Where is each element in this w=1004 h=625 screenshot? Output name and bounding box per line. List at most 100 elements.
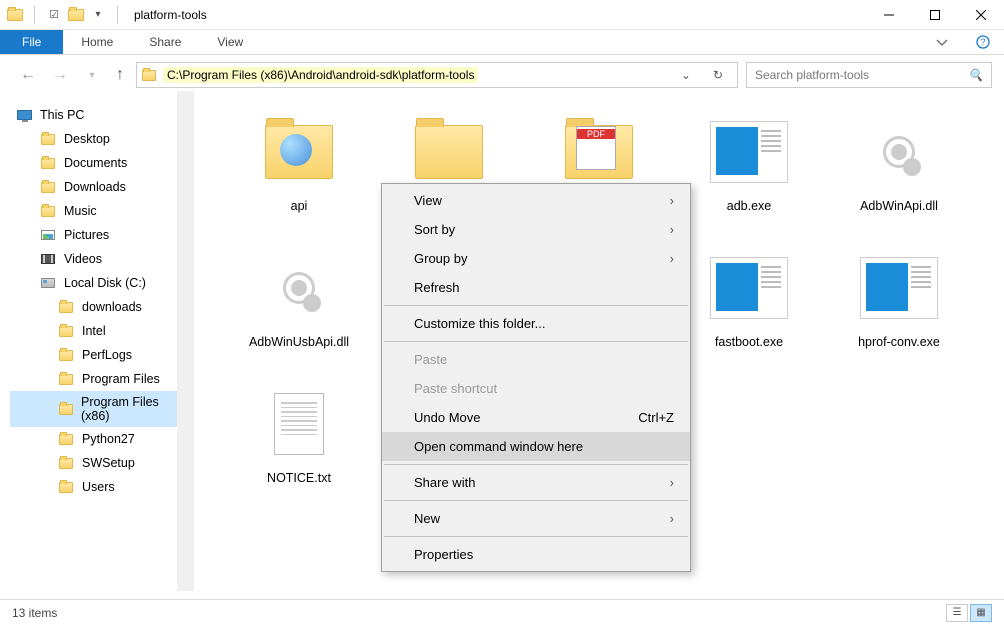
folder-icon xyxy=(58,323,74,339)
search-input[interactable]: Search platform-tools 🔍 xyxy=(746,62,992,88)
sidebar-item[interactable]: Program Files xyxy=(10,367,190,391)
menu-item: Paste xyxy=(382,345,690,374)
menu-item-label: Sort by xyxy=(414,222,455,237)
icons-view-button[interactable]: ▦ xyxy=(970,604,992,622)
sidebar-item-label: SWSetup xyxy=(82,456,135,470)
forward-button[interactable]: → xyxy=(48,66,72,84)
file-item[interactable]: adb.exe xyxy=(684,107,814,217)
menu-item[interactable]: New› xyxy=(382,504,690,533)
details-view-button[interactable]: ☰ xyxy=(946,604,968,622)
file-name: adb.exe xyxy=(727,199,771,213)
file-item[interactable]: AdbWinUsbApi.dll xyxy=(234,243,364,353)
tab-share[interactable]: Share xyxy=(131,30,199,54)
folder-icon xyxy=(6,6,24,24)
properties-icon[interactable]: ☑ xyxy=(45,6,63,24)
menu-item: Paste shortcut xyxy=(382,374,690,403)
file-thumbnail xyxy=(258,111,340,193)
sidebar-item[interactable]: This PC xyxy=(10,103,190,127)
file-item[interactable]: fastboot.exe xyxy=(684,243,814,353)
folder-icon xyxy=(58,401,73,417)
up-button[interactable]: ↑ xyxy=(112,66,128,84)
disk-icon xyxy=(40,275,56,291)
menu-separator xyxy=(384,305,688,306)
menu-item[interactable]: Group by› xyxy=(382,244,690,273)
sidebar-item[interactable]: Downloads xyxy=(10,175,190,199)
refresh-icon[interactable]: ↻ xyxy=(703,68,733,82)
back-button[interactable]: ← xyxy=(16,66,40,84)
status-text: 13 items xyxy=(12,606,57,620)
address-row: ← → ▾ ↑ C:\Program Files (x86)\Android\a… xyxy=(0,55,1004,91)
sidebar-item[interactable]: downloads xyxy=(10,295,190,319)
search-icon: 🔍 xyxy=(968,68,983,82)
folder-icon xyxy=(58,347,74,363)
menu-separator xyxy=(384,536,688,537)
file-item[interactable]: AdbWinApi.dll xyxy=(834,107,964,217)
sidebar-item[interactable]: Pictures xyxy=(10,223,190,247)
quick-access-toolbar: ☑ ▾ xyxy=(0,6,130,24)
sidebar-item[interactable]: Documents xyxy=(10,151,190,175)
menu-item-label: Refresh xyxy=(414,280,460,295)
sidebar-item[interactable]: Users xyxy=(10,475,190,499)
menu-item[interactable]: Customize this folder... xyxy=(382,309,690,338)
file-thumbnail xyxy=(558,111,640,193)
tab-view[interactable]: View xyxy=(199,30,261,54)
sidebar-item-label: downloads xyxy=(82,300,142,314)
sidebar-item-label: Python27 xyxy=(82,432,135,446)
chevron-right-icon: › xyxy=(670,511,674,526)
sidebar-item-label: Downloads xyxy=(64,180,126,194)
maximize-button[interactable] xyxy=(912,0,958,30)
menu-item[interactable]: Undo MoveCtrl+Z xyxy=(382,403,690,432)
menu-item[interactable]: Open command window here xyxy=(382,432,690,461)
folder-icon xyxy=(58,431,74,447)
sidebar-item[interactable]: Intel xyxy=(10,319,190,343)
address-path[interactable]: C:\Program Files (x86)\Android\android-s… xyxy=(163,67,478,83)
file-item[interactable]: api xyxy=(234,107,364,217)
separator xyxy=(34,6,35,24)
sidebar-item[interactable]: SWSetup xyxy=(10,451,190,475)
tab-home[interactable]: Home xyxy=(63,30,131,54)
file-name: AdbWinApi.dll xyxy=(860,199,938,213)
menu-shortcut: Ctrl+Z xyxy=(638,410,674,425)
address-bar[interactable]: C:\Program Files (x86)\Android\android-s… xyxy=(136,62,738,88)
scrollbar[interactable] xyxy=(177,91,194,591)
folder-icon xyxy=(58,455,74,471)
sidebar-item[interactable]: Local Disk (C:) xyxy=(10,271,190,295)
sidebar-item[interactable]: PerfLogs xyxy=(10,343,190,367)
sidebar-item-label: Documents xyxy=(64,156,127,170)
menu-item-label: Share with xyxy=(414,475,475,490)
file-tab[interactable]: File xyxy=(0,30,63,54)
minimize-button[interactable] xyxy=(866,0,912,30)
folder-icon xyxy=(40,203,56,219)
file-thumbnail xyxy=(258,247,340,329)
new-folder-icon[interactable] xyxy=(67,6,85,24)
menu-item-label: Paste shortcut xyxy=(414,381,497,396)
history-dropdown[interactable]: ▾ xyxy=(80,70,104,81)
sidebar-item[interactable]: Program Files (x86) xyxy=(10,391,190,427)
sidebar-item[interactable]: Music xyxy=(10,199,190,223)
sidebar-item[interactable]: Videos xyxy=(10,247,190,271)
menu-item[interactable]: Properties xyxy=(382,540,690,569)
video-icon xyxy=(40,251,56,267)
file-item[interactable]: hprof-conv.exe xyxy=(834,243,964,353)
menu-separator xyxy=(384,341,688,342)
menu-item[interactable]: Share with› xyxy=(382,468,690,497)
sidebar-item[interactable]: Desktop xyxy=(10,127,190,151)
menu-separator xyxy=(384,500,688,501)
close-button[interactable] xyxy=(958,0,1004,30)
menu-item[interactable]: Refresh xyxy=(382,273,690,302)
address-dropdown-icon[interactable]: ⌄ xyxy=(675,68,697,82)
sidebar-item-label: Videos xyxy=(64,252,102,266)
file-thumbnail xyxy=(858,111,940,193)
navigation-pane: This PCDesktop Documents Downloads MusicPic… xyxy=(0,91,194,591)
help-icon[interactable]: ? xyxy=(962,30,1004,54)
menu-item[interactable]: Sort by› xyxy=(382,215,690,244)
sidebar-item[interactable]: Python27 xyxy=(10,427,190,451)
folder-icon xyxy=(40,179,56,195)
menu-item[interactable]: View› xyxy=(382,186,690,215)
menu-item-label: Customize this folder... xyxy=(414,316,546,331)
file-item[interactable]: NOTICE.txt xyxy=(234,379,364,489)
chevron-right-icon: › xyxy=(670,251,674,266)
qat-dropdown-icon[interactable]: ▾ xyxy=(89,6,107,24)
ribbon-collapse-icon[interactable] xyxy=(922,30,962,54)
file-name: api xyxy=(291,199,308,213)
